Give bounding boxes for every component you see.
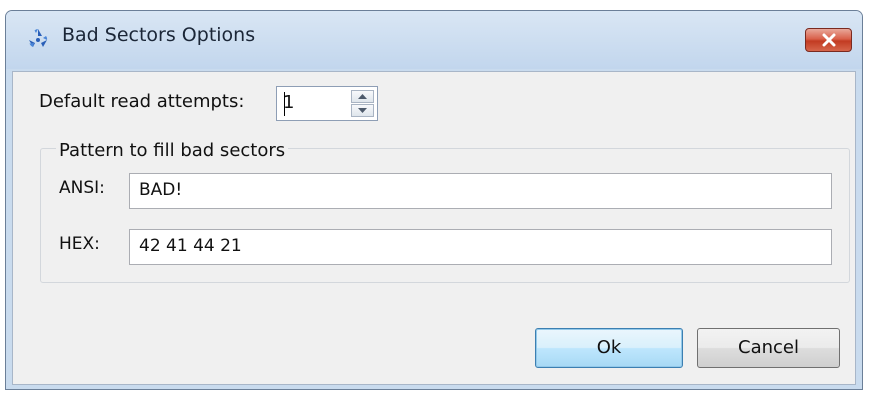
spin-up-button[interactable] bbox=[351, 90, 374, 103]
title-bar[interactable]: Bad Sectors Options bbox=[6, 11, 862, 69]
read-attempts-label: Default read attempts: bbox=[39, 91, 245, 112]
read-attempts-value[interactable]: 1 bbox=[283, 92, 294, 113]
cancel-button[interactable]: Cancel bbox=[697, 328, 840, 368]
arrow-down-icon bbox=[358, 108, 367, 113]
hex-input[interactable]: 42 41 44 21 bbox=[129, 229, 832, 265]
spin-down-button[interactable] bbox=[351, 104, 374, 117]
window-title: Bad Sectors Options bbox=[62, 24, 256, 46]
hex-label: HEX: bbox=[59, 234, 100, 254]
read-attempts-spinbox[interactable]: 1 bbox=[276, 86, 378, 121]
ok-button[interactable]: Ok bbox=[535, 328, 683, 368]
ansi-input[interactable]: BAD! bbox=[129, 173, 832, 209]
arrow-up-icon bbox=[358, 94, 367, 99]
recycle-icon bbox=[29, 29, 48, 47]
spin-buttons bbox=[351, 90, 374, 117]
dialog-window: Bad Sectors Options Default read attempt… bbox=[5, 10, 863, 390]
close-button[interactable] bbox=[805, 28, 852, 52]
close-icon bbox=[822, 33, 836, 47]
pattern-group-title: Pattern to fill bad sectors bbox=[56, 140, 289, 161]
ansi-label: ANSI: bbox=[59, 178, 105, 198]
dialog-body: Default read attempts: 1 Pattern to fill… bbox=[12, 71, 856, 385]
